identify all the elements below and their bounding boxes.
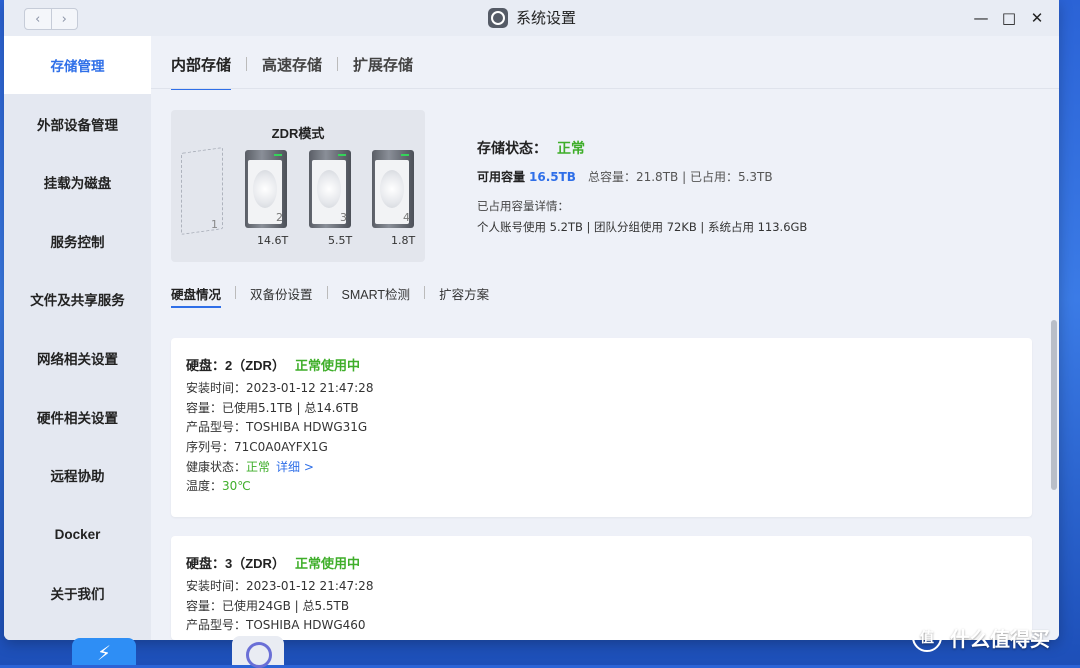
sidebar-item-hardware[interactable]: 硬件相关设置	[4, 388, 151, 446]
tab-internal-storage[interactable]: 内部存储	[171, 54, 232, 90]
sidebar-item-storage[interactable]: 存储管理	[4, 36, 151, 94]
status-label: 存储状态：	[477, 140, 547, 156]
status-value: 正常	[557, 140, 585, 156]
disk-model: 产品型号：TOSHIBA HDWG460	[186, 618, 366, 632]
health-status: 健康状态：正常 详细 >	[186, 458, 314, 475]
sidebar: 存储管理 外部设备管理 挂载为磁盘 服务控制 文件及共享服务 网络相关设置 硬件…	[4, 36, 151, 640]
tab-smart-check[interactable]: SMART检测	[342, 284, 411, 306]
watermark: 值 什么值得买	[912, 622, 1050, 652]
sidebar-item-service-control[interactable]: 服务控制	[4, 212, 151, 270]
disk-status: 正常使用中	[294, 358, 360, 373]
back-button[interactable]: ‹	[25, 9, 52, 29]
zdr-disk-panel: ZDR模式 1 2 14.6T 3 5.5T 4 1.8T	[171, 110, 425, 262]
watermark-text: 什么值得买	[950, 628, 1050, 651]
tab-divider	[246, 57, 248, 71]
disk-subtabs: 硬盘情况 双备份设置 SMART检测 扩容方案	[171, 284, 489, 308]
disk-name: 硬盘：2（ZDR）	[186, 358, 285, 373]
sidebar-item-external-devices[interactable]: 外部设备管理	[4, 95, 151, 153]
disk-name: 硬盘：3（ZDR）	[186, 556, 285, 571]
total-capacity: 总容量：21.8TB	[587, 170, 679, 184]
subtab-divider	[235, 286, 237, 299]
tab-expansion-storage[interactable]: 扩展存储	[353, 54, 413, 88]
forward-button[interactable]: ›	[52, 9, 78, 29]
sidebar-item-mount-disk[interactable]: 挂载为磁盘	[4, 153, 151, 211]
tab-expansion-plan[interactable]: 扩容方案	[439, 284, 489, 306]
slot-number: 3	[340, 211, 347, 224]
temp-value: 30℃	[222, 479, 251, 493]
slot-number: 2	[276, 211, 283, 224]
hdd-icon: 2	[245, 150, 287, 228]
scrollbar-thumb[interactable]	[1051, 320, 1057, 490]
hdd-icon: 4	[372, 150, 414, 228]
hdd-icon: 3	[309, 150, 351, 228]
disk-temperature: 温度：30℃	[186, 477, 251, 494]
disk-status: 正常使用中	[294, 556, 360, 571]
capacity-summary: 可用容量 16.5TB 总容量：21.8TB | 已占用：5.3TB	[477, 170, 773, 184]
disk-title: 硬盘：3（ZDR） 正常使用中	[186, 553, 360, 572]
taskbar-app-icon[interactable]: ⚡	[72, 638, 136, 665]
window-title-text: 系统设置	[516, 10, 577, 27]
temp-label: 温度：	[186, 479, 223, 493]
disk-size: 14.6T	[257, 234, 289, 247]
health-detail-link[interactable]: 详细 >	[276, 460, 314, 474]
settings-window: ‹ › 系统设置 — □ ✕ 存储管理 外部设备管理 挂载为磁盘 服务控制 文件…	[4, 0, 1059, 640]
storage-status: 存储状态： 正常	[477, 138, 585, 158]
disk-size: 1.8T	[391, 234, 416, 247]
minimize-button[interactable]: —	[972, 9, 990, 27]
disk-title: 硬盘：2（ZDR） 正常使用中	[186, 355, 360, 374]
window-title: 系统设置	[488, 7, 576, 28]
available-label: 可用容量	[477, 170, 526, 184]
sidebar-item-network[interactable]: 网络相关设置	[4, 329, 151, 387]
disk-serial: 序列号：71C0A0AYFX1G	[186, 440, 328, 454]
tab-high-speed-storage[interactable]: 高速存储	[262, 54, 322, 88]
storage-tabs: 内部存储 高速存储 扩展存储	[171, 54, 413, 90]
close-button[interactable]: ✕	[1028, 9, 1046, 27]
used-detail: 个人账号使用 5.2TB | 团队分组使用 72KB | 系统占用 113.6G…	[477, 220, 808, 234]
install-time: 安装时间：2023-01-12 21:47:28	[186, 579, 374, 593]
available-value: 16.5TB	[529, 170, 576, 184]
subtab-divider	[424, 286, 426, 299]
maximize-button[interactable]: □	[1000, 9, 1018, 27]
zdr-mode-title: ZDR模式	[271, 126, 325, 141]
install-time: 安装时间：2023-01-12 21:47:28	[186, 381, 374, 395]
settings-app-icon	[488, 7, 508, 28]
disk-model: 产品型号：TOSHIBA HDWG31G	[186, 420, 368, 434]
tab-divider	[337, 57, 339, 71]
used-detail-title: 已占用容量详情：	[477, 199, 569, 213]
slot-number: 4	[403, 211, 410, 224]
health-label: 健康状态：	[186, 460, 247, 474]
disk-card: 硬盘：3（ZDR） 正常使用中 安装时间：2023-01-12 21:47:28 …	[171, 536, 1032, 640]
taskbar-search-app-icon[interactable]	[232, 636, 284, 668]
disk-capacity: 容量：已使用5.1TB | 总14.6TB	[186, 401, 359, 415]
slot-number: 1	[211, 218, 218, 231]
main-content: 内部存储 高速存储 扩展存储 ZDR模式 1 2 14.6T 3 5.5T 4 …	[151, 36, 1059, 640]
disk-card: 硬盘：2（ZDR） 正常使用中 安装时间：2023-01-12 21:47:28 …	[171, 338, 1032, 517]
title-bar: ‹ › 系统设置 — □ ✕	[4, 0, 1059, 37]
disk-size: 5.5T	[328, 234, 353, 247]
sidebar-item-about[interactable]: 关于我们	[4, 564, 151, 622]
watermark-logo-icon: 值	[912, 622, 942, 652]
tab-disk-status[interactable]: 硬盘情况	[171, 284, 222, 308]
sidebar-item-remote-assist[interactable]: 远程协助	[4, 446, 151, 504]
disk-capacity: 容量：已使用24GB | 总5.5TB	[186, 599, 350, 613]
tabs-divider	[151, 88, 1059, 89]
health-value: 正常	[246, 460, 271, 474]
sidebar-item-docker[interactable]: Docker	[4, 505, 151, 563]
subtab-divider	[326, 286, 328, 299]
nav-buttons: ‹ ›	[24, 8, 78, 30]
used-capacity: 已占用：5.3TB	[689, 170, 773, 184]
tab-dual-backup[interactable]: 双备份设置	[250, 284, 313, 306]
sidebar-item-file-sharing[interactable]: 文件及共享服务	[4, 270, 151, 328]
